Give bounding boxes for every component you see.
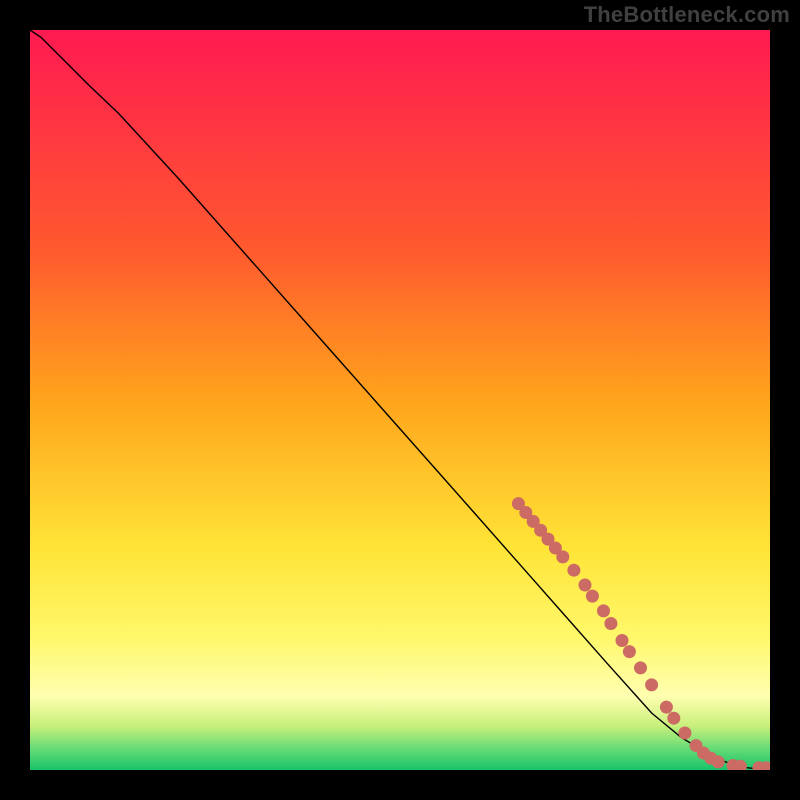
marker-dot	[597, 604, 610, 617]
marker-dot	[604, 617, 617, 630]
marker-dot	[616, 634, 629, 647]
marker-dot	[623, 645, 636, 658]
marker-dot	[567, 564, 580, 577]
chart-frame: TheBottleneck.com	[0, 0, 800, 800]
marker-dot	[579, 579, 592, 592]
marker-dot	[634, 661, 647, 674]
watermark-text: TheBottleneck.com	[584, 2, 790, 28]
marker-dot	[660, 701, 673, 714]
marker-dot	[712, 755, 725, 768]
dotted-segment	[512, 497, 770, 770]
marker-dot	[556, 550, 569, 563]
bottleneck-curve	[30, 30, 770, 769]
data-overlay	[30, 30, 770, 770]
marker-dot	[586, 590, 599, 603]
plot-area	[30, 30, 770, 770]
marker-dot	[678, 727, 691, 740]
marker-dot	[645, 678, 658, 691]
marker-dot	[667, 712, 680, 725]
